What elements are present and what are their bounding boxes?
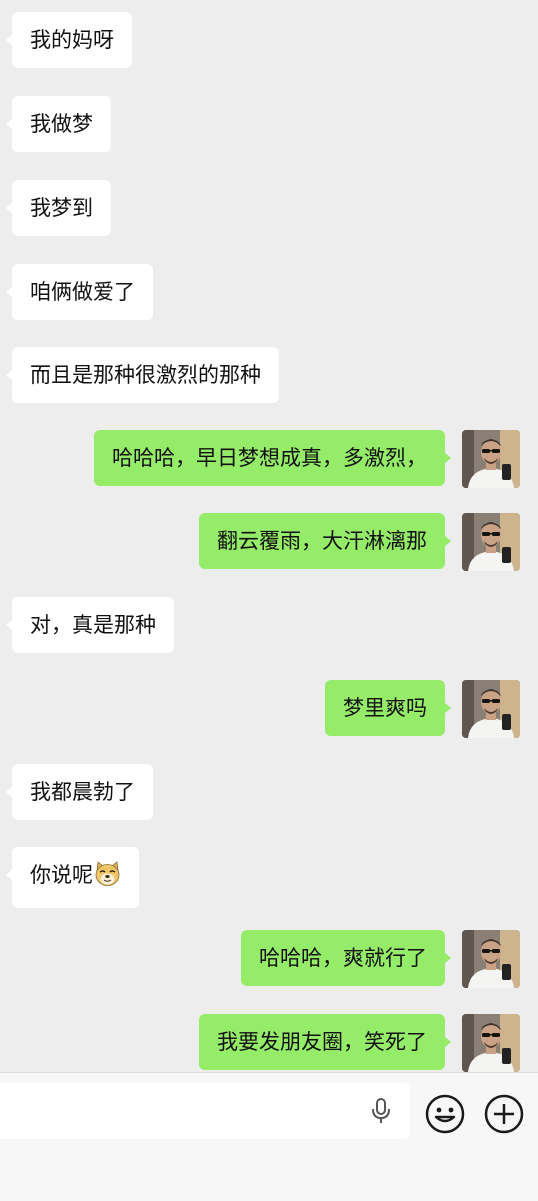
message-bubble[interactable]: 而且是那种很激烈的那种	[6, 347, 279, 403]
avatar[interactable]	[462, 513, 520, 571]
message-bubble[interactable]: 翻云覆雨，大汗淋漓那	[199, 513, 451, 569]
message-bubble[interactable]: 我的妈呀	[6, 12, 132, 68]
message-bubble[interactable]: 哈哈哈，爽就行了	[241, 930, 451, 986]
message-bubble[interactable]: 我都晨勃了	[6, 764, 153, 820]
message-incoming: 对，真是那种	[6, 597, 174, 653]
message-outgoing: 哈哈哈，爽就行了	[241, 930, 520, 988]
message-bubble[interactable]: 咱俩做爱了	[6, 264, 153, 320]
message-input[interactable]	[0, 1083, 410, 1139]
message-outgoing: 翻云覆雨，大汗淋漓那	[199, 513, 520, 571]
message-incoming: 我做梦	[6, 96, 111, 152]
message-outgoing: 梦里爽吗	[325, 680, 520, 738]
avatar[interactable]	[462, 430, 520, 488]
avatar[interactable]	[462, 930, 520, 988]
plus-icon[interactable]	[483, 1093, 525, 1139]
doge-emoji	[94, 860, 121, 895]
message-bubble[interactable]: 你说呢	[6, 847, 139, 908]
message-incoming: 我都晨勃了	[6, 764, 153, 820]
message-bubble[interactable]: 我梦到	[6, 180, 111, 236]
message-bubble[interactable]: 我要发朋友圈，笑死了	[199, 1014, 451, 1070]
message-bubble[interactable]: 哈哈哈，早日梦想成真，多激烈，	[94, 430, 451, 486]
avatar[interactable]	[462, 1014, 520, 1072]
message-incoming: 而且是那种很激烈的那种	[6, 347, 279, 403]
message-text: 你说呢	[30, 863, 93, 887]
message-incoming: 我的妈呀	[6, 12, 132, 68]
message-outgoing: 哈哈哈，早日梦想成真，多激烈，	[94, 430, 520, 488]
message-outgoing: 我要发朋友圈，笑死了	[199, 1014, 520, 1072]
chat-message-list[interactable]: 我的妈呀 我做梦 我梦到 咱俩做爱了 而且是那种很激烈的那种 哈哈哈，早日梦想成…	[0, 0, 538, 1072]
message-composer	[0, 1072, 538, 1201]
avatar[interactable]	[462, 680, 520, 738]
message-incoming: 你说呢	[6, 847, 139, 908]
microphone-icon[interactable]	[370, 1097, 392, 1129]
emoji-icon[interactable]	[424, 1093, 466, 1139]
message-bubble[interactable]: 梦里爽吗	[325, 680, 451, 736]
message-bubble[interactable]: 对，真是那种	[6, 597, 174, 653]
message-incoming: 我梦到	[6, 180, 111, 236]
message-bubble[interactable]: 我做梦	[6, 96, 111, 152]
message-incoming: 咱俩做爱了	[6, 264, 153, 320]
